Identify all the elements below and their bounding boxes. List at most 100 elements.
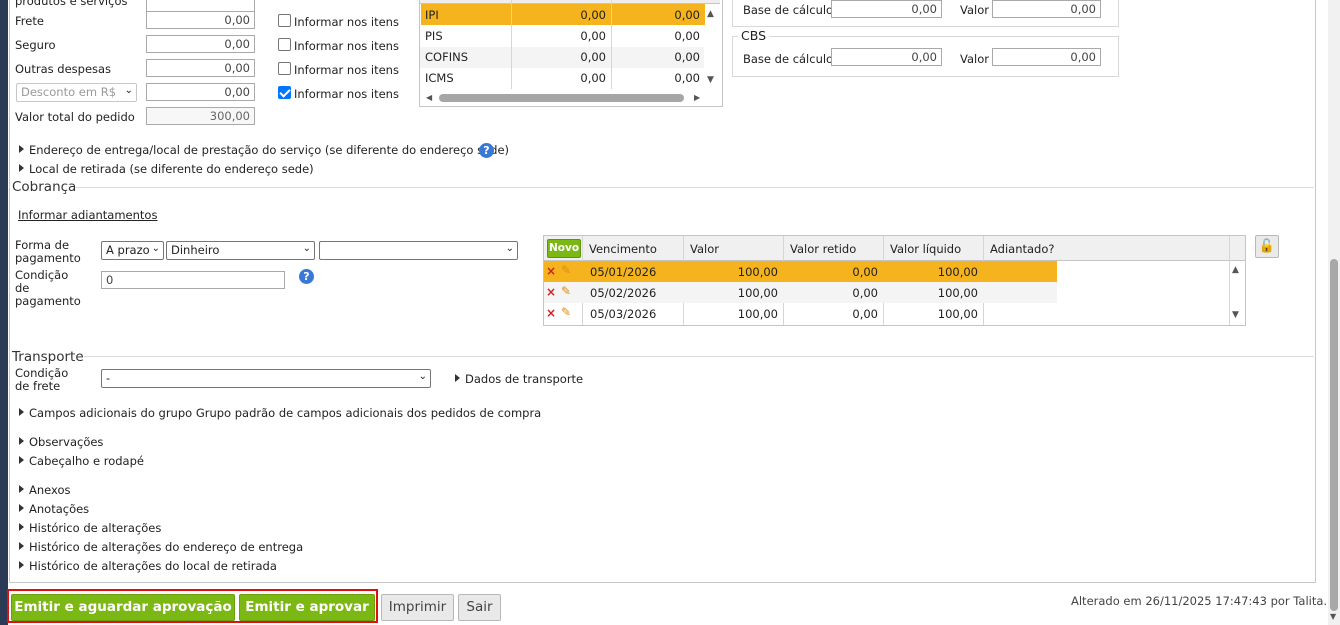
- desconto-select-value: Desconto em R$: [21, 85, 117, 99]
- ibs-base-label: Base de cálculo: [743, 3, 834, 17]
- tax-name: ICMS: [425, 71, 454, 85]
- outras-despesas-input[interactable]: 0,00: [146, 59, 255, 77]
- ibs-valor-label: Valor: [960, 3, 989, 17]
- valor-total-label: Valor total do pedido: [15, 110, 135, 124]
- col-vencimento[interactable]: Vencimento: [584, 242, 662, 256]
- scroll-right-icon[interactable]: ▶: [694, 93, 700, 102]
- desconto-select[interactable]: Desconto em R$ ⌄: [16, 83, 137, 102]
- col-valor-retido[interactable]: Valor retido: [785, 242, 861, 256]
- condicao-frete-label: Condição de frete: [15, 366, 69, 393]
- section-campos-adicionais[interactable]: Campos adicionais do grupo Grupo padrão …: [29, 406, 541, 420]
- edit-pencil-icon[interactable]: ✎: [561, 284, 571, 298]
- informar-adiantamentos-link[interactable]: Informar adiantamentos: [18, 208, 157, 222]
- tax-base: 0,00: [580, 8, 606, 22]
- scroll-up-icon[interactable]: ▲: [707, 9, 714, 19]
- desconto-informar-checkbox[interactable]: [278, 86, 291, 99]
- scroll-left-icon[interactable]: ◀: [426, 93, 432, 102]
- outras-informar-label: Informar nos itens: [294, 63, 399, 77]
- col-valor[interactable]: Valor: [685, 242, 724, 256]
- page-scrollbar-thumb[interactable]: [1330, 259, 1338, 611]
- section-cabecalho-rodape[interactable]: Cabeçalho e rodapé: [29, 454, 144, 468]
- tax-value: 0,00: [674, 50, 700, 64]
- col-valor-liquido[interactable]: Valor líquido: [885, 242, 966, 256]
- tax-value: 0,00: [674, 8, 700, 22]
- help-icon[interactable]: ?: [299, 269, 314, 284]
- forma-pagamento-label: Forma de pagamento: [15, 238, 81, 265]
- section-historico[interactable]: Histórico de alterações: [29, 521, 161, 535]
- chevron-down-icon: ⌄: [124, 85, 133, 96]
- section-historico-entrega[interactable]: Histórico de alterações do endereço de e…: [29, 540, 303, 554]
- chevron-down-icon: ⌄: [302, 243, 311, 254]
- imprimir-button[interactable]: Imprimir: [381, 594, 454, 621]
- forma-prazo-select[interactable]: A prazo ⌄: [101, 241, 164, 260]
- outras-informar-checkbox[interactable]: [278, 62, 291, 75]
- outras-despesas-label: Outras despesas: [15, 62, 112, 76]
- parcela-liquido: 100,00: [937, 265, 978, 279]
- chevron-down-icon: ⌄: [505, 243, 514, 254]
- expand-triangle-icon: [19, 437, 24, 445]
- forma-meio-select[interactable]: Dinheiro ⌄: [166, 241, 315, 260]
- emitir-aguardar-button[interactable]: Emitir e aguardar aprovação: [11, 594, 235, 621]
- forma-prazo-value: A prazo: [106, 243, 150, 257]
- forma-extra-select[interactable]: ⌄: [319, 241, 518, 260]
- retirada-link[interactable]: Local de retirada (se diferente do ender…: [29, 162, 314, 176]
- desconto-input[interactable]: 0,00: [146, 83, 255, 101]
- parcela-retido: 0,00: [852, 265, 878, 279]
- cbs-base-input[interactable]: 0,00: [831, 48, 942, 66]
- cbs-valor-label: Valor: [960, 52, 989, 66]
- cobranca-divider: [76, 187, 1314, 188]
- section-historico-retirada[interactable]: Histórico de alterações do local de reti…: [29, 559, 277, 573]
- cbs-valor-input[interactable]: 0,00: [992, 48, 1101, 66]
- condicao-pagamento-input[interactable]: 0: [101, 271, 285, 289]
- tax-value: 0,00: [674, 71, 700, 85]
- sair-button[interactable]: Sair: [458, 594, 501, 621]
- expand-triangle-icon: [19, 164, 24, 172]
- expand-triangle-icon: [19, 523, 24, 531]
- section-observacoes[interactable]: Observações: [29, 435, 103, 449]
- tax-base: 0,00: [580, 71, 606, 85]
- section-anexos[interactable]: Anexos: [29, 483, 71, 497]
- unlock-icon[interactable]: 🔓: [1255, 235, 1279, 258]
- expand-triangle-icon: [19, 456, 24, 464]
- frete-informar-label: Informar nos itens: [294, 15, 399, 29]
- cbs-title: CBS: [738, 28, 770, 43]
- chevron-down-icon: ⌄: [418, 371, 427, 382]
- transporte-divider: [84, 356, 1314, 357]
- parcela-liquido: 100,00: [937, 286, 978, 300]
- ibs-base-input[interactable]: 0,00: [831, 0, 942, 18]
- scroll-down-icon[interactable]: ▼: [707, 75, 714, 85]
- edit-pencil-icon[interactable]: ✎: [561, 263, 571, 277]
- seguro-informar-checkbox[interactable]: [278, 38, 291, 51]
- dados-transporte-link[interactable]: Dados de transporte: [465, 372, 583, 386]
- taxes-grid: IPI 0,00 0,00 PIS 0,00 0,00 COFINS 0,00 …: [419, 0, 723, 107]
- cbs-base-label: Base de cálculo: [743, 52, 834, 66]
- cobranca-title: Cobrança: [12, 179, 77, 195]
- scroll-down-icon[interactable]: ▼: [1330, 612, 1336, 621]
- delete-icon[interactable]: ×: [546, 285, 556, 299]
- frete-input[interactable]: 0,00: [146, 11, 255, 29]
- col-adiantado[interactable]: Adiantado?: [985, 242, 1060, 256]
- help-icon[interactable]: ?: [479, 143, 494, 158]
- condicao-frete-select[interactable]: - ⌄: [101, 369, 431, 388]
- valor-total-input: 300,00: [146, 107, 255, 125]
- ibs-valor-input[interactable]: 0,00: [992, 0, 1101, 18]
- seguro-input[interactable]: 0,00: [146, 35, 255, 53]
- horizontal-scrollbar[interactable]: [439, 94, 684, 102]
- delete-icon[interactable]: ×: [546, 264, 556, 278]
- emitir-aprovar-button[interactable]: Emitir e aprovar: [239, 594, 375, 621]
- tax-value: 0,00: [674, 29, 700, 43]
- section-anotacoes[interactable]: Anotações: [29, 502, 89, 516]
- delete-icon[interactable]: ×: [546, 306, 556, 320]
- tax-name: PIS: [425, 29, 443, 43]
- edit-pencil-icon[interactable]: ✎: [561, 305, 571, 319]
- scroll-down-icon[interactable]: ▼: [1232, 310, 1239, 320]
- scroll-up-icon[interactable]: ▲: [1232, 265, 1239, 275]
- condicao-pagamento-label: Condição de pagamento: [15, 268, 81, 308]
- novo-button[interactable]: Novo: [547, 239, 581, 258]
- forma-meio-value: Dinheiro: [171, 243, 220, 257]
- expand-triangle-icon: [19, 145, 24, 153]
- entrega-link[interactable]: Endereço de entrega/local de prestação d…: [29, 143, 509, 157]
- seguro-informar-label: Informar nos itens: [294, 39, 399, 53]
- frete-informar-checkbox[interactable]: [278, 14, 291, 27]
- tax-name: COFINS: [425, 50, 468, 64]
